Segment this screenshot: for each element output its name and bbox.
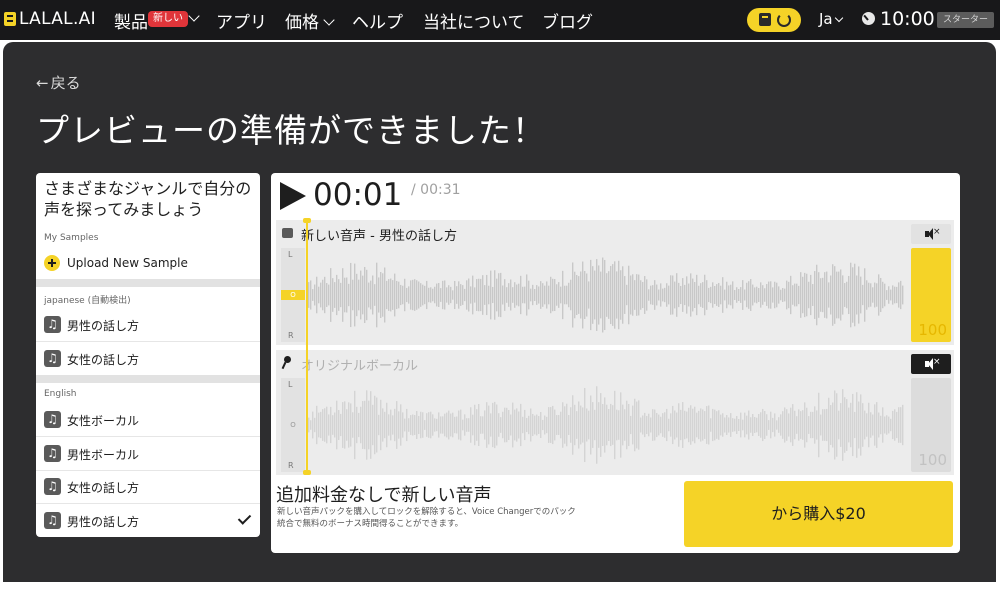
- divider: [36, 279, 260, 287]
- nav-blog[interactable]: ブログ: [542, 8, 593, 33]
- volume-value: 100: [918, 321, 947, 339]
- sample-panel: さまざまなジャンルで自分の声を探ってみましょう My Samples Uploa…: [36, 173, 260, 537]
- track-title: 新しい音声 - 男性の話し方: [301, 229, 457, 244]
- music-note-icon: ♫: [44, 478, 61, 495]
- sample-item[interactable]: ♫ 男性の話し方: [36, 308, 260, 342]
- mute-x-icon: ×: [933, 227, 941, 237]
- waveform-original-vocal[interactable]: [308, 378, 904, 472]
- nav-help[interactable]: ヘルプ: [352, 8, 403, 33]
- divider: [36, 375, 260, 383]
- microphone-icon: [284, 356, 291, 363]
- chevron-down-icon: [834, 13, 843, 23]
- volume-slider[interactable]: 100: [911, 378, 951, 472]
- track-original-vocal: オリジナルボーカル L O R × 100: [276, 350, 954, 475]
- sample-label: 女性の話し方: [67, 481, 140, 495]
- mute-button[interactable]: ×: [911, 224, 951, 244]
- total-time: / 00:31: [411, 182, 461, 198]
- my-samples-label: My Samples: [44, 233, 99, 243]
- sample-label: 女性の話し方: [67, 353, 140, 367]
- volume-slider[interactable]: 100: [911, 248, 951, 342]
- chevron-down-icon[interactable]: [184, 9, 200, 29]
- promo-title: 追加料金なしで新しい音声: [276, 485, 492, 506]
- language-selector[interactable]: Ja: [819, 10, 843, 28]
- nav-products[interactable]: 製品: [114, 8, 148, 33]
- track-new-voice: 新しい音声 - 男性の話し方 L O R × 100: [276, 220, 954, 345]
- channel-left-label: L: [288, 250, 293, 259]
- waveform-new-voice[interactable]: [308, 248, 904, 342]
- group-label-english: English: [44, 389, 77, 399]
- music-note-icon: ♫: [44, 316, 61, 333]
- playhead[interactable]: [306, 220, 308, 475]
- plus-icon: [44, 255, 60, 271]
- page-title: プレビューの準備ができました！: [36, 111, 546, 150]
- speaker-icon: [925, 228, 933, 240]
- back-arrow-icon: ←: [36, 74, 49, 92]
- music-note-icon: ♫: [44, 445, 61, 462]
- sample-label: 男性の話し方: [67, 515, 140, 529]
- nav-about[interactable]: 当社について: [423, 8, 525, 33]
- loading-ring-icon: [777, 13, 791, 27]
- buy-voice-pack-button[interactable]: から購入$20: [684, 481, 953, 547]
- sample-label: 女性ボーカル: [67, 414, 140, 428]
- channel-center-marker: O: [281, 290, 305, 300]
- playhead-handle[interactable]: [303, 470, 311, 475]
- check-icon: [237, 511, 252, 525]
- channel-right-label: R: [288, 331, 294, 340]
- back-link[interactable]: ← 戻る: [36, 72, 81, 93]
- group-label-japanese: japanese (自動検出): [44, 296, 131, 306]
- sample-item[interactable]: ♫ 女性の話し方: [36, 342, 260, 376]
- logo-icon[interactable]: [4, 12, 16, 26]
- logo-text[interactable]: LALAL.AI: [19, 9, 96, 29]
- play-icon[interactable]: [280, 182, 306, 210]
- sample-label: 男性ボーカル: [67, 448, 140, 462]
- channel-strip: L O R: [281, 248, 305, 342]
- sample-item[interactable]: ♫ 女性の話し方: [36, 470, 260, 504]
- track-title: オリジナルボーカル: [301, 359, 419, 374]
- nav-pricing[interactable]: 価格: [285, 8, 335, 33]
- chevron-down-icon: [323, 14, 335, 26]
- music-note-icon: ♫: [44, 512, 61, 529]
- back-label: 戻る: [50, 74, 81, 92]
- sample-item-selected[interactable]: ♫ 男性の話し方: [36, 504, 260, 537]
- upload-sample-label: Upload New Sample: [67, 256, 188, 270]
- credits-pill[interactable]: [747, 8, 801, 32]
- nav-products-label: 製品: [114, 13, 148, 33]
- music-note-icon: ♫: [44, 411, 61, 428]
- credits-icon: [759, 13, 771, 26]
- new-badge: 新しい: [148, 11, 188, 27]
- sample-label: 男性の話し方: [67, 319, 140, 333]
- preview-player: 00:01 / 00:31 新しい音声 - 男性の話し方 L O R × 100…: [271, 173, 960, 553]
- mute-button-active[interactable]: ×: [911, 354, 951, 374]
- mute-x-icon: ×: [933, 357, 941, 367]
- clock-icon: [862, 12, 875, 25]
- channel-center-marker: O: [290, 421, 296, 429]
- promo-description: 新しい音声パックを購入してロックを解除すると、Voice Changerでのパッ…: [277, 507, 576, 529]
- volume-value: 100: [918, 451, 947, 469]
- sample-item[interactable]: ♫ 男性ボーカル: [36, 437, 260, 471]
- sample-panel-heading: さまざまなジャンルで自分の声を探ってみましょう: [44, 179, 252, 219]
- channel-right-label: R: [288, 461, 294, 470]
- nav-pricing-label: 価格: [285, 13, 319, 33]
- speaker-icon: [925, 358, 933, 370]
- language-label: Ja: [819, 10, 833, 28]
- sample-item[interactable]: ♫ 女性ボーカル: [36, 403, 260, 437]
- voice-pack-icon: [282, 228, 293, 238]
- nav-apps[interactable]: アプリ: [216, 8, 267, 33]
- channel-left-label: L: [288, 380, 293, 389]
- channel-strip: L O R: [281, 378, 305, 472]
- current-time: 00:01: [313, 177, 403, 213]
- plan-badge[interactable]: スターター: [937, 12, 995, 28]
- top-navbar: LALAL.AI 製品 新しい アプリ 価格 ヘルプ 当社について ブログ Ja…: [0, 0, 1000, 40]
- remaining-time: 10:00: [880, 8, 935, 30]
- music-note-icon: ♫: [44, 350, 61, 367]
